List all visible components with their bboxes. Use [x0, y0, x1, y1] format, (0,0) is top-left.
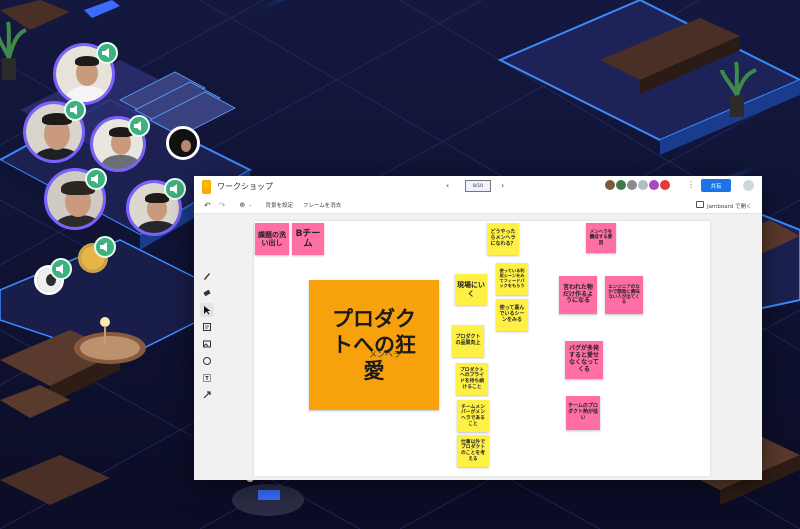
participant-avatar-4[interactable]: [166, 126, 200, 160]
image-icon[interactable]: [200, 337, 214, 351]
main-sticky-text: プロダクトへの狂愛: [332, 306, 416, 384]
board-title[interactable]: ワークショップ: [217, 181, 273, 192]
sticky-note[interactable]: 使っている利用シーンをみてフィードバックをもらう: [496, 263, 528, 295]
select-icon[interactable]: [200, 303, 214, 317]
speaker-icon: [94, 236, 116, 258]
collaborator-avatar[interactable]: [616, 180, 626, 190]
sticky-note[interactable]: 課題の洗い出し: [255, 223, 289, 255]
sticky-note[interactable]: 現場にいく: [455, 274, 487, 305]
zoom-icon[interactable]: ⊕: [239, 201, 245, 209]
account-avatar[interactable]: [743, 180, 754, 191]
sticky-note[interactable]: チームメンバーがメンヘラであること: [457, 400, 489, 432]
laser-icon[interactable]: [200, 388, 214, 402]
undo-icon[interactable]: ↶: [204, 201, 211, 210]
redo-icon[interactable]: ↷: [219, 201, 226, 210]
speaker-icon: [64, 99, 86, 121]
set-background-button[interactable]: 背景を設定: [265, 201, 293, 209]
clear-frame-button[interactable]: フレームを消去: [303, 201, 341, 209]
open-in-jamboard-button[interactable]: Jamboard で開く: [707, 202, 751, 210]
speaker-icon: [85, 168, 107, 190]
main-sticky-ruby: メンヘラ: [369, 350, 401, 359]
sticky-note[interactable]: Bチーム: [292, 223, 324, 255]
more-options-icon[interactable]: ⋮: [687, 180, 695, 189]
frame-bar[interactable]: 8/10: [465, 180, 491, 192]
sticky-note[interactable]: チームのプロダクト熱が低い: [566, 396, 600, 430]
eraser-icon[interactable]: [200, 286, 214, 300]
tool-palette: [198, 266, 216, 405]
sticky-note[interactable]: エンジニアのなかで開発に興味ない人が出てくる: [605, 276, 643, 314]
text-box-icon[interactable]: [200, 371, 214, 385]
sticky-note[interactable]: 使って喜んでいるシーンをみる: [496, 299, 528, 331]
collaborator-avatar[interactable]: [638, 180, 648, 190]
collaborator-chips: [605, 180, 670, 190]
jamboard-toolbar: ↶ ↷ ⊕ - 背景を設定 フレームを消去 Jamboard で開く: [194, 197, 762, 214]
share-button-label: 共有: [710, 183, 722, 190]
speaker-icon: [128, 115, 150, 137]
sticky-note[interactable]: プロダクトの品質向上: [452, 325, 484, 357]
pen-icon[interactable]: [200, 269, 214, 283]
jamboard-logo-icon: [202, 179, 211, 194]
main-sticky-note[interactable]: プロダクトへの狂愛 メンヘラ: [309, 280, 439, 410]
sticky-note[interactable]: メンヘラを醸成する要因: [586, 223, 616, 253]
jamboard-titlebar: ワークショップ ‹ 8/10 › ⋮ 共有: [194, 176, 762, 197]
whiteboard-frame[interactable]: 課題の洗い出し Bチーム プロダクトへの狂愛 メンヘラ どうやったらメンヘラにな…: [254, 221, 710, 476]
sticky-note[interactable]: 仕事以外でプロダクトのことを考える: [457, 435, 489, 467]
speaker-icon: [50, 258, 72, 280]
collaborator-avatar[interactable]: [660, 180, 670, 190]
next-frame-icon[interactable]: ›: [501, 181, 504, 190]
circle-icon[interactable]: [200, 354, 214, 368]
prev-frame-icon[interactable]: ‹: [446, 181, 449, 190]
speaker-icon: [164, 178, 186, 200]
sticky-note[interactable]: バグが多発すると愛せなくなってくる: [565, 341, 603, 379]
sticky-note-icon[interactable]: [200, 320, 214, 334]
frame-counter: 8/10: [472, 183, 484, 189]
sticky-note[interactable]: プロダクトへのプライドを持ち続けること: [456, 363, 488, 395]
open-in-jamboard-icon[interactable]: [696, 201, 704, 208]
jamboard-canvas[interactable]: 課題の洗い出し Bチーム プロダクトへの狂愛 メンヘラ どうやったらメンヘラにな…: [194, 214, 762, 480]
zoom-dropdown[interactable]: -: [249, 202, 251, 209]
collaborator-avatar[interactable]: [649, 180, 659, 190]
collaborator-avatar[interactable]: [627, 180, 637, 190]
speaker-icon: [96, 42, 118, 64]
jamboard-window: ワークショップ ‹ 8/10 › ⋮ 共有 ↶ ↷ ⊕ - 背景を設定 フレーム…: [194, 176, 762, 480]
collaborator-avatar[interactable]: [605, 180, 615, 190]
sticky-note[interactable]: 言われた物だけ作るようになる: [559, 276, 597, 314]
share-button[interactable]: 共有: [701, 179, 731, 192]
sticky-note[interactable]: どうやったらメンヘラになれる？: [487, 223, 519, 255]
